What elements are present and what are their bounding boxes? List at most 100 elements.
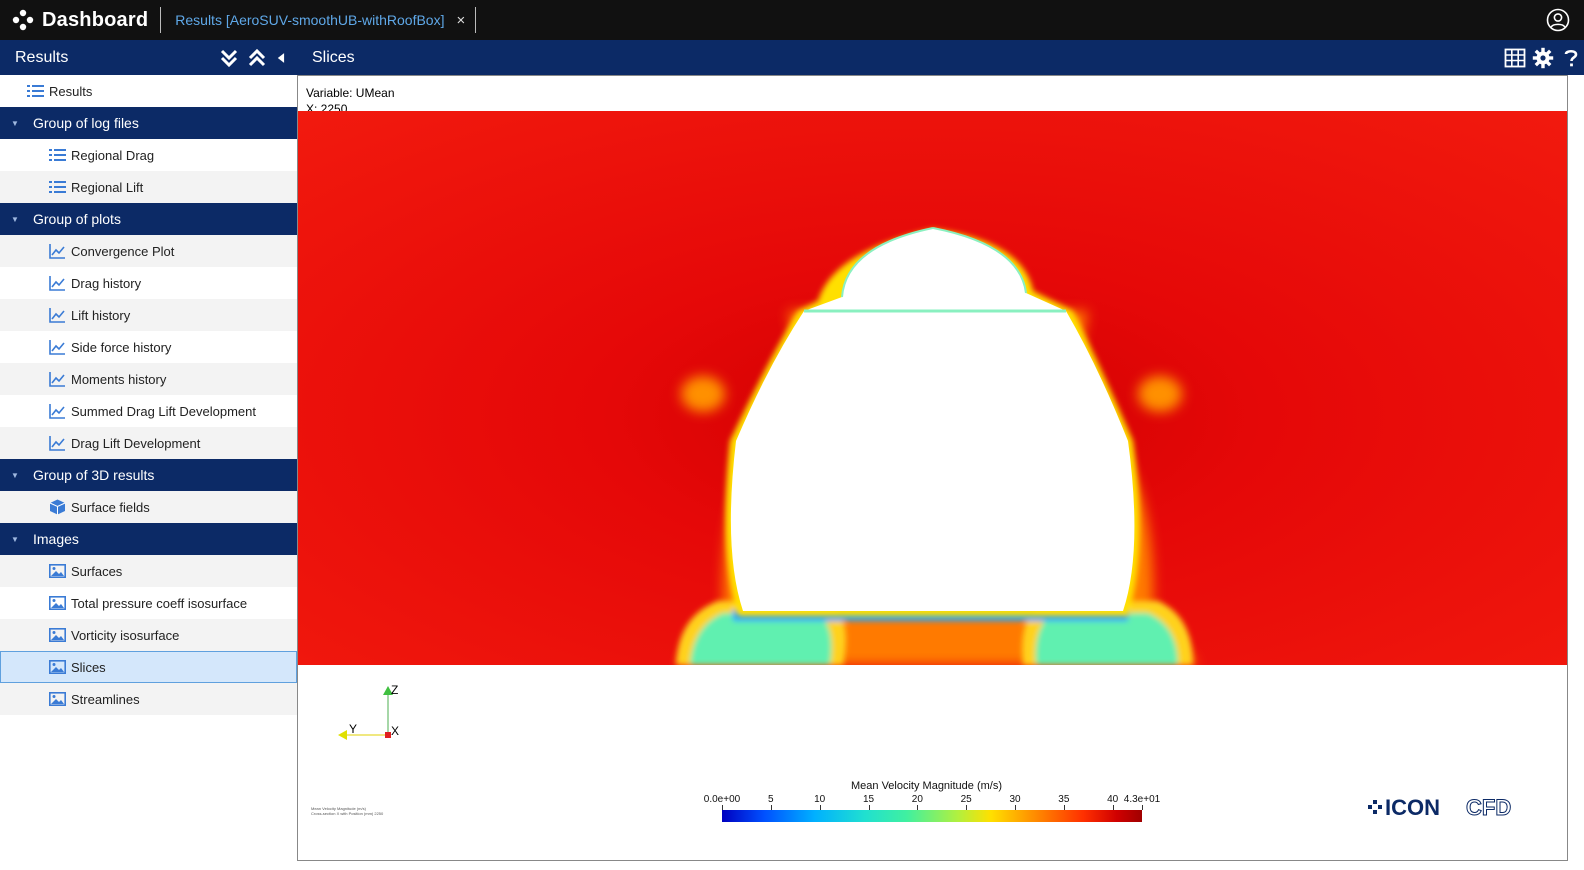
tree-item-label: Streamlines <box>71 691 140 707</box>
results-panel-title: Results <box>15 48 69 66</box>
list-icon <box>27 85 44 97</box>
tree-item-results-root[interactable]: Results <box>0 75 297 107</box>
image-icon <box>49 563 66 578</box>
tree-item-label: Convergence Plot <box>71 243 175 259</box>
caption-line-2: Cross-section X with Position (mm) 2250 <box>311 811 384 816</box>
colorbar-tick-label: 15 <box>862 794 875 805</box>
tree-item-label: Summed Drag Lift Development <box>71 403 256 419</box>
tab-close-icon[interactable]: × <box>456 12 465 29</box>
tree-group-plots[interactable]: ▼ Group of plots <box>0 203 297 235</box>
colorbar-tick-label: 40 <box>1107 794 1119 805</box>
logo-text-cfd: CFD <box>1466 795 1511 820</box>
tree-item-drag-history[interactable]: Drag history <box>0 267 297 299</box>
velocity-slice-field <box>298 111 1567 665</box>
caret-down-icon[interactable]: ▼ <box>11 215 21 224</box>
colorbar-tick-label: 4.3e+01 <box>1123 794 1161 805</box>
tree-item-lift-history[interactable]: Lift history <box>0 299 297 331</box>
tree-item-side-force-history[interactable]: Side force history <box>0 331 297 363</box>
tree-item-label: Drag Lift Development <box>71 435 201 451</box>
iconcfd-logo: ICON CFD <box>1368 795 1512 820</box>
logo-text-icon: ICON <box>1385 795 1440 820</box>
slice-image-viewer[interactable]: Variable: UMean X: 2250 Z Y X Mean Veloc… <box>297 75 1568 861</box>
app-title: Dashboard <box>42 8 149 31</box>
expand-all-icon[interactable] <box>219 48 239 68</box>
tree-item-moments-history[interactable]: Moments history <box>0 363 297 395</box>
image-icon <box>49 595 66 610</box>
viewer-header: Slices <box>297 40 1584 75</box>
tree-group-label: Group of log files <box>33 115 139 131</box>
results-panel-header: Results <box>0 40 297 75</box>
axis-label-y: Y <box>349 722 357 736</box>
colorbar <box>722 810 1142 822</box>
tree-item-slices[interactable]: Slices <box>0 651 297 683</box>
image-icon <box>49 659 66 674</box>
variable-label: Variable: UMean <box>306 86 395 100</box>
help-icon[interactable] <box>1560 47 1582 69</box>
table-grid-icon[interactable] <box>1504 47 1526 69</box>
tree-item-regional-lift[interactable]: Regional Lift <box>0 171 297 203</box>
cube-icon <box>49 499 66 515</box>
colorbar-tick-label: 10 <box>814 794 826 805</box>
tree-item-label: Drag history <box>71 275 142 291</box>
collapse-all-icon[interactable] <box>247 48 267 68</box>
tree-item-label: Regional Lift <box>71 179 144 195</box>
tree-group-log-files[interactable]: ▼ Group of log files <box>0 107 297 139</box>
tree-item-label: Results <box>49 83 93 99</box>
colorbar-tick-label: 35 <box>1058 794 1070 805</box>
tree-item-summed-drag-lift[interactable]: Summed Drag Lift Development <box>0 395 297 427</box>
tree-item-total-pressure-isosurface[interactable]: Total pressure coeff isosurface <box>0 587 297 619</box>
image-icon <box>49 691 66 706</box>
tree-item-label: Slices <box>71 659 106 675</box>
colorbar-tick-label: 5 <box>768 794 774 805</box>
tree-item-label: Lift history <box>71 307 131 323</box>
colorbar-tick-label: 20 <box>911 794 923 805</box>
tree-item-surfaces[interactable]: Surfaces <box>0 555 297 587</box>
colorbar-title: Mean Velocity Magnitude (m/s) <box>851 780 1003 792</box>
tree-group-3d-results[interactable]: ▼ Group of 3D results <box>0 459 297 491</box>
line-chart-icon <box>49 276 65 291</box>
image-icon <box>49 627 66 642</box>
tree-item-streamlines[interactable]: Streamlines <box>0 683 297 715</box>
line-chart-icon <box>49 436 65 451</box>
caret-down-icon[interactable]: ▼ <box>11 535 21 544</box>
line-chart-icon <box>49 340 65 355</box>
tab-results[interactable]: Results [AeroSUV-smoothUB-withRoofBox] × <box>161 0 475 40</box>
colorbar-tick-label: 0.0e+00 <box>703 794 741 805</box>
tree-item-label: Surfaces <box>71 563 123 579</box>
viewer-title: Slices <box>312 48 355 66</box>
line-chart-icon <box>49 372 65 387</box>
tree-item-label: Regional Drag <box>71 147 155 163</box>
list-icon <box>49 181 66 193</box>
axis-label-x: X <box>391 724 399 738</box>
tab-separator-end <box>475 7 477 33</box>
tree-group-images[interactable]: ▼ Images <box>0 523 297 555</box>
colorbar-tick-label: 25 <box>960 794 972 805</box>
tree-item-label: Side force history <box>71 339 172 355</box>
orientation-axes-icon: Z Y X <box>338 684 399 740</box>
tab-label[interactable]: Results [AeroSUV-smoothUB-withRoofBox] <box>175 12 444 28</box>
colorbar-tick-label: 30 <box>1009 794 1021 805</box>
tree-item-label: Total pressure coeff isosurface <box>71 595 248 611</box>
top-bar: Dashboard Results [AeroSUV-smoothUB-with… <box>0 0 1584 40</box>
colorbar-tick-mark <box>1142 805 1143 810</box>
brand[interactable]: Dashboard <box>0 0 148 40</box>
tree-item-label: Vorticity isosurface <box>71 627 180 643</box>
caret-down-icon[interactable]: ▼ <box>11 471 21 480</box>
line-chart-icon <box>49 404 65 419</box>
tree-item-convergence-plot[interactable]: Convergence Plot <box>0 235 297 267</box>
tree-item-label: Moments history <box>71 371 167 387</box>
line-chart-icon <box>49 244 65 259</box>
collapse-panel-icon[interactable] <box>275 48 289 68</box>
settings-gear-icon[interactable] <box>1532 47 1554 69</box>
results-tree: Results ▼ Group of log files Regional Dr… <box>0 75 297 870</box>
user-account-icon[interactable] <box>1546 8 1570 32</box>
tree-group-label: Images <box>33 531 79 547</box>
axis-label-z: Z <box>391 684 398 697</box>
tree-item-regional-drag[interactable]: Regional Drag <box>0 139 297 171</box>
image-caption: Mean Velocity Magnitude (m/s) Cross-sect… <box>311 806 383 816</box>
tree-item-surface-fields[interactable]: Surface fields <box>0 491 297 523</box>
tree-group-label: Group of plots <box>33 211 121 227</box>
caret-down-icon[interactable]: ▼ <box>11 119 21 128</box>
tree-item-drag-lift-development[interactable]: Drag Lift Development <box>0 427 297 459</box>
tree-item-vorticity-isosurface[interactable]: Vorticity isosurface <box>0 619 297 651</box>
